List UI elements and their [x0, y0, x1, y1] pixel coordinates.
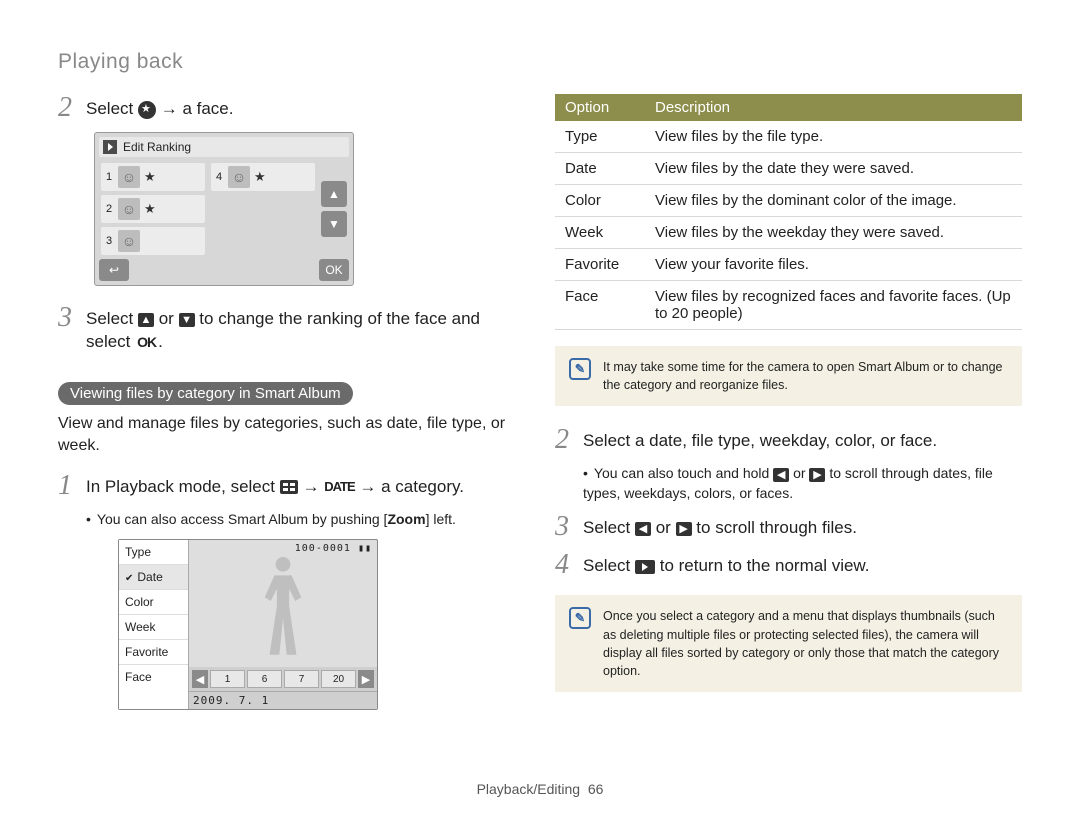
face-thumbnail: ☺	[118, 198, 140, 220]
note-icon: ✎	[569, 358, 591, 380]
step-number: 3	[58, 304, 76, 332]
step-text: or	[159, 309, 179, 328]
nav-left-icon: ◀	[192, 670, 208, 688]
menu-item: Favorite	[119, 640, 188, 665]
table-row: DateView files by the date they were sav…	[555, 153, 1022, 185]
ok-button: OK	[319, 259, 349, 281]
date-icon: DATE	[324, 478, 354, 496]
step-3: 3 Select ▲ or ▼ to change the ranking of…	[58, 304, 525, 354]
step-text: .	[158, 332, 163, 351]
star-icon: ★	[254, 169, 266, 185]
step-number: 4	[555, 551, 573, 579]
play-icon	[103, 140, 117, 154]
table-row: FavoriteView your favorite files.	[555, 249, 1022, 281]
down-button: ▼	[321, 211, 347, 237]
step-text: Select	[583, 518, 635, 537]
chevron-left-icon: ◀	[635, 522, 651, 536]
chevron-up-icon: ▲	[138, 313, 154, 327]
step-text: to scroll through files.	[696, 518, 857, 537]
chevron-right-icon: ▶	[676, 522, 692, 536]
category-menu: Type Date Color Week Favorite Face	[119, 540, 189, 709]
page-heading: Playing back	[58, 50, 1022, 74]
left-column: 2 Select → a face. Edit Ranking 1☺★	[58, 94, 525, 712]
section-description: View and manage files by categories, suc…	[58, 413, 525, 458]
step-2: 2 Select a date, file type, weekday, col…	[555, 426, 1022, 454]
smart-album-screenshot: Type Date Color Week Favorite Face 100-0…	[118, 539, 378, 710]
note-icon: ✎	[569, 607, 591, 629]
step-number: 1	[58, 472, 76, 500]
ok-icon: OK	[135, 333, 158, 352]
person-silhouette-icon	[189, 557, 377, 667]
step-number: 2	[555, 426, 573, 454]
step-number: 2	[58, 94, 76, 122]
table-header: Option	[555, 94, 645, 121]
star-icon: ★	[144, 169, 156, 185]
step-text: to return to the normal view.	[660, 556, 870, 575]
chevron-right-icon: ▶	[809, 468, 825, 482]
step-subnote: You can also access Smart Album by pushi…	[86, 510, 525, 530]
date-label: 2009. 7. 1	[189, 691, 377, 709]
rank-number: 3	[104, 235, 114, 247]
arrow-right-icon: →	[302, 477, 319, 496]
face-thumbnail: ☺	[118, 230, 140, 252]
face-thumbnail: ☺	[118, 166, 140, 188]
up-button: ▲	[321, 181, 347, 207]
menu-item: Color	[119, 590, 188, 615]
table-row: WeekView files by the weekday they were …	[555, 217, 1022, 249]
menu-item: Week	[119, 615, 188, 640]
thumb: 1	[210, 670, 245, 688]
chevron-left-icon: ◀	[773, 468, 789, 482]
note-text: It may take some time for the camera to …	[603, 358, 1008, 394]
arrow-right-icon: →	[359, 477, 376, 496]
chevron-down-icon: ▼	[179, 313, 195, 327]
table-header: Description	[645, 94, 1022, 121]
options-table: Option Description TypeView files by the…	[555, 94, 1022, 330]
rank-number: 4	[214, 171, 224, 183]
mock-title: Edit Ranking	[123, 140, 191, 154]
rank-number: 1	[104, 171, 114, 183]
nav-right-icon: ▶	[358, 670, 374, 688]
thumb: 6	[247, 670, 282, 688]
note-box: ✎ It may take some time for the camera t…	[555, 346, 1022, 406]
step-text: In Playback mode, select	[86, 477, 280, 496]
table-row: ColorView files by the dominant color of…	[555, 185, 1022, 217]
step-1: 1 In Playback mode, select → DATE → a ca…	[58, 472, 525, 500]
star-badge-icon	[138, 101, 156, 119]
step-subnote: You can also touch and hold ◀ or ▶ to sc…	[583, 464, 1022, 503]
play-icon	[635, 560, 655, 574]
step-text: Select	[583, 556, 635, 575]
face-thumbnail: ☺	[228, 166, 250, 188]
step-text: or	[656, 518, 676, 537]
thumbnails-icon	[280, 480, 298, 494]
step-text: Select	[86, 309, 138, 328]
section-heading-pill: Viewing files by category in Smart Album	[58, 382, 353, 405]
step-number: 3	[555, 513, 573, 541]
menu-item: Type	[119, 540, 188, 565]
menu-item: Face	[119, 665, 188, 689]
note-text: Once you select a category and a menu th…	[603, 607, 1008, 680]
step-text: a category.	[381, 477, 464, 496]
thumb: 7	[284, 670, 319, 688]
arrow-right-icon: →	[161, 99, 178, 118]
step-text: Select a date, file type, weekday, color…	[583, 426, 937, 453]
right-column: Option Description TypeView files by the…	[555, 94, 1022, 712]
step-text: a face.	[182, 99, 233, 118]
step-4: 4 Select to return to the normal view.	[555, 551, 1022, 579]
table-row: TypeView files by the file type.	[555, 121, 1022, 153]
step-text: Select	[86, 99, 138, 118]
star-icon: ★	[144, 201, 156, 217]
page-footer: Playback/Editing 66	[0, 781, 1080, 797]
table-row: FaceView files by recognized faces and f…	[555, 281, 1022, 330]
thumb: 20	[321, 670, 356, 688]
rank-number: 2	[104, 203, 114, 215]
menu-item-selected: Date	[119, 565, 188, 590]
note-box: ✎ Once you select a category and a menu …	[555, 595, 1022, 692]
edit-ranking-screenshot: Edit Ranking 1☺★ 2☺★ 3☺ 4☺★ ▲	[94, 132, 354, 286]
step-3: 3 Select ◀ or ▶ to scroll through files.	[555, 513, 1022, 541]
file-counter: 100-0001 ▮▮	[189, 540, 377, 557]
step-2: 2 Select → a face.	[58, 94, 525, 122]
back-button: ↩	[99, 259, 129, 281]
check-icon	[125, 570, 133, 584]
